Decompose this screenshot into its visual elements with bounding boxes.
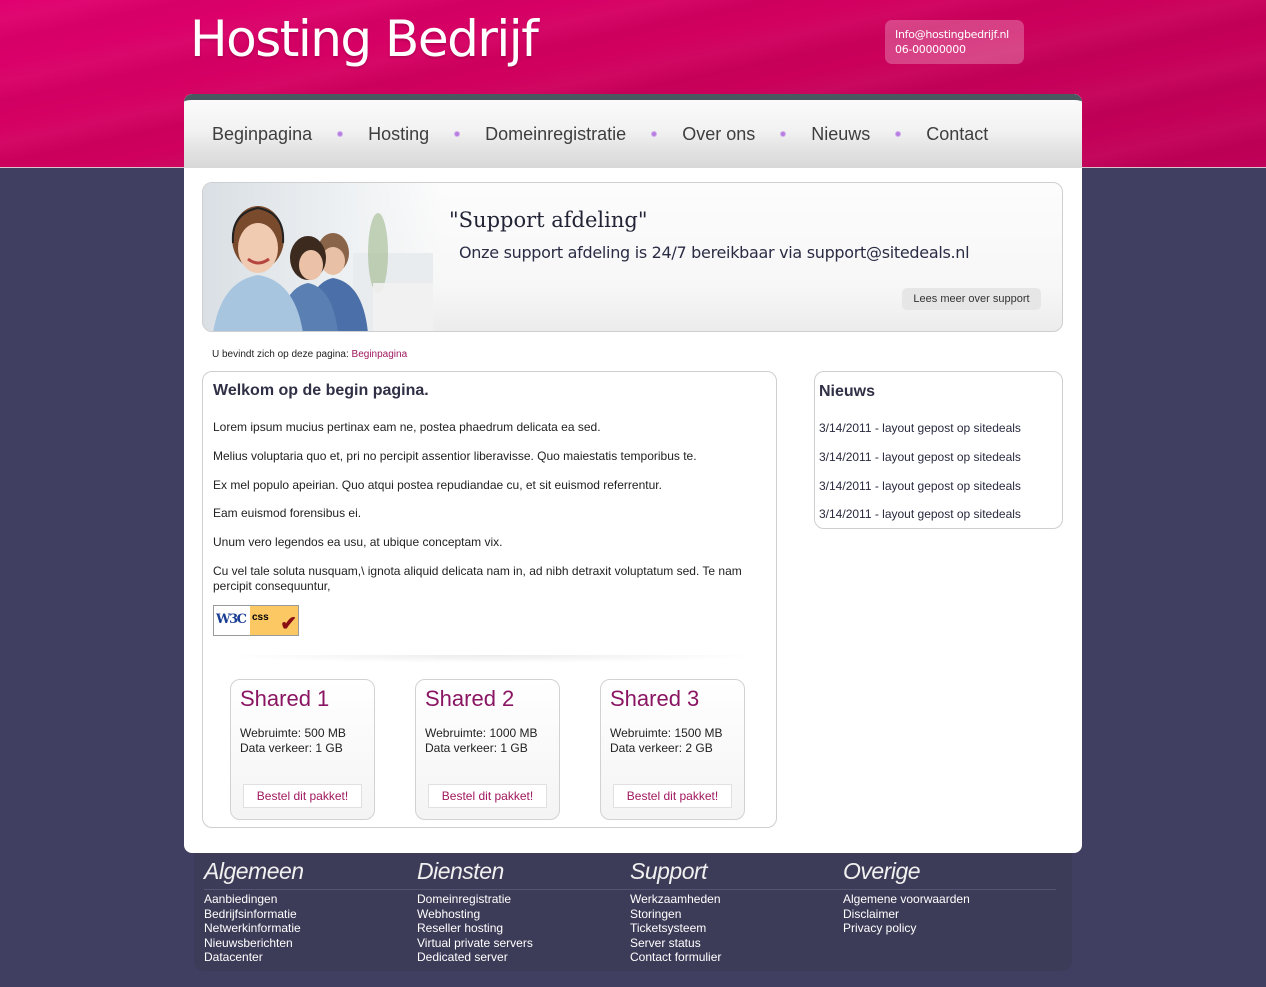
- footer-link[interactable]: Reseller hosting: [417, 921, 630, 936]
- read-more-support-button[interactable]: Lees meer over support: [902, 288, 1041, 310]
- nav-bullet-icon: [651, 131, 658, 137]
- nav-item-hosting[interactable]: Hosting: [368, 124, 429, 145]
- nav-bullet-icon: [780, 131, 787, 137]
- contact-email[interactable]: Info@hostingbedrijf.nl: [895, 27, 1014, 42]
- breadcrumb-prefix: U bevindt zich op deze pagina:: [212, 349, 349, 360]
- footer-link[interactable]: Contact formulier: [630, 950, 843, 965]
- package-card: Shared 3 Webruimte: 1500 MB Data verkeer…: [600, 679, 745, 820]
- site-logo[interactable]: Hosting Bedrijf: [190, 10, 539, 68]
- package-traffic: Data verkeer: 2 GB: [610, 741, 713, 755]
- package-title: Shared 3: [610, 686, 700, 711]
- paragraph: Lorem ipsum mucius pertinax eam ne, post…: [213, 420, 601, 434]
- news-item[interactable]: 3/14/2011 - layout gepost op sitedeals: [819, 421, 1021, 435]
- nav-item-beginpagina[interactable]: Beginpagina: [212, 124, 312, 145]
- footer-link[interactable]: Ticketsysteem: [630, 921, 843, 936]
- package-title: Shared 2: [425, 686, 515, 711]
- footer-link[interactable]: Bedrijfsinformatie: [204, 907, 417, 922]
- package-space: Webruimte: 1000 MB: [425, 726, 538, 740]
- banner-title: "Support afdeling": [449, 208, 648, 232]
- contact-phone: 06-00000000: [895, 43, 966, 56]
- w3c-css-badge[interactable]: W3C css ✔: [213, 605, 299, 636]
- page-title: Welkom op de begin pagina.: [213, 382, 429, 399]
- footer-link[interactable]: Webhosting: [417, 907, 630, 922]
- footer-link[interactable]: Server status: [630, 936, 843, 951]
- footer-link[interactable]: Virtual private servers: [417, 936, 630, 951]
- footer-link[interactable]: Nieuwsberichten: [204, 936, 417, 951]
- nav-bullet-icon: [454, 131, 461, 137]
- breadcrumb: U bevindt zich op deze pagina: Beginpagi…: [212, 349, 407, 360]
- support-banner: "Support afdeling" Onze support afdeling…: [202, 182, 1063, 332]
- package-title: Shared 1: [240, 686, 330, 711]
- footer-link[interactable]: Datacenter: [204, 950, 417, 965]
- nav-item-nieuws[interactable]: Nieuws: [811, 124, 870, 145]
- breadcrumb-current[interactable]: Beginpagina: [352, 349, 408, 360]
- section-divider: [217, 655, 767, 663]
- main-content-box: Welkom op de begin pagina. Lorem ipsum m…: [202, 371, 777, 828]
- nav-item-over-ons[interactable]: Over ons: [682, 124, 755, 145]
- footer-heading: Diensten: [417, 858, 630, 890]
- footer-heading: Support: [630, 858, 843, 890]
- paragraph: Ex mel populo apeirian. Quo atqui postea…: [213, 478, 662, 492]
- footer-link[interactable]: Netwerkinformatie: [204, 921, 417, 936]
- w3c-logo: W3C: [214, 606, 250, 635]
- package-card: Shared 2 Webruimte: 1000 MB Data verkeer…: [415, 679, 560, 820]
- support-team-photo: [203, 183, 443, 331]
- nav-item-domeinregistratie[interactable]: Domeinregistratie: [485, 124, 626, 145]
- footer-link[interactable]: Privacy policy: [843, 921, 1056, 936]
- css-label: css ✔: [250, 606, 298, 635]
- paragraph: Unum vero legendos ea usu, at ubique con…: [213, 535, 503, 549]
- footer: Algemeen Aanbiedingen Bedrijfsinformatie…: [194, 853, 1072, 971]
- main-nav: Beginpagina Hosting Domeinregistratie Ov…: [184, 94, 1082, 168]
- package-space: Webruimte: 500 MB: [240, 726, 346, 740]
- news-title: Nieuws: [819, 383, 876, 400]
- footer-link[interactable]: Disclaimer: [843, 907, 1056, 922]
- footer-column-overige: Overige Algemene voorwaarden Disclaimer …: [843, 858, 1056, 936]
- nav-bullet-icon: [895, 131, 902, 137]
- order-package-button[interactable]: Bestel dit pakket!: [613, 784, 732, 808]
- nav-item-contact[interactable]: Contact: [926, 124, 988, 145]
- footer-column-diensten: Diensten Domeinregistratie Webhosting Re…: [417, 858, 630, 965]
- footer-link[interactable]: Aanbiedingen: [204, 892, 417, 907]
- page-container: Beginpagina Hosting Domeinregistratie Ov…: [184, 94, 1082, 853]
- banner-text: Onze support afdeling is 24/7 bereikbaar…: [459, 243, 970, 262]
- news-item[interactable]: 3/14/2011 - layout gepost op sitedeals: [819, 479, 1021, 493]
- news-item[interactable]: 3/14/2011 - layout gepost op sitedeals: [819, 507, 1021, 521]
- footer-link[interactable]: Domeinregistratie: [417, 892, 630, 907]
- footer-link[interactable]: Dedicated server: [417, 950, 630, 965]
- news-item[interactable]: 3/14/2011 - layout gepost op sitedeals: [819, 450, 1021, 464]
- checkmark-icon: ✔: [280, 613, 297, 635]
- footer-link[interactable]: Werkzaamheden: [630, 892, 843, 907]
- package-space: Webruimte: 1500 MB: [610, 726, 723, 740]
- order-package-button[interactable]: Bestel dit pakket!: [428, 784, 547, 808]
- news-box: Nieuws 3/14/2011 - layout gepost op site…: [814, 371, 1063, 529]
- footer-link[interactable]: Storingen: [630, 907, 843, 922]
- nav-bullet-icon: [337, 131, 344, 137]
- paragraph: Melius voluptaria quo et, pri no percipi…: [213, 449, 697, 463]
- order-package-button[interactable]: Bestel dit pakket!: [243, 784, 362, 808]
- package-traffic: Data verkeer: 1 GB: [425, 741, 528, 755]
- footer-heading: Algemeen: [204, 858, 417, 890]
- paragraph: Cu vel tale soluta nusquam,\ ignota aliq…: [213, 564, 742, 593]
- css-text: css: [252, 612, 269, 623]
- contact-info-box: Info@hostingbedrijf.nl 06-00000000: [885, 20, 1024, 64]
- package-card: Shared 1 Webruimte: 500 MB Data verkeer:…: [230, 679, 375, 820]
- package-traffic: Data verkeer: 1 GB: [240, 741, 343, 755]
- footer-column-algemeen: Algemeen Aanbiedingen Bedrijfsinformatie…: [204, 858, 417, 965]
- footer-column-support: Support Werkzaamheden Storingen Ticketsy…: [630, 858, 843, 965]
- footer-heading: Overige: [843, 858, 1056, 890]
- paragraph: Eam euismod forensibus ei.: [213, 506, 362, 520]
- footer-link[interactable]: Algemene voorwaarden: [843, 892, 1056, 907]
